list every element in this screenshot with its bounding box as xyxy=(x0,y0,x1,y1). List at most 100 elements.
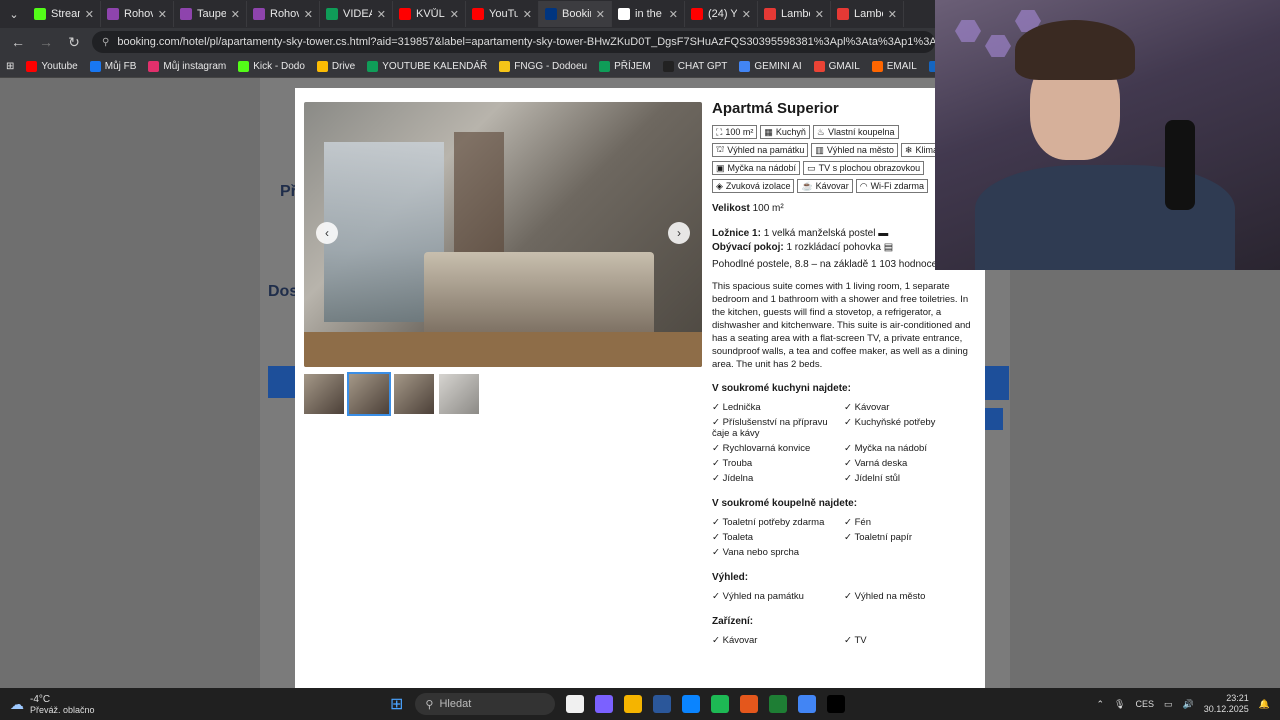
taskbar-app-icon[interactable] xyxy=(682,695,701,713)
bookmark-label: Drive xyxy=(331,61,356,72)
bookmark[interactable]: Youtube xyxy=(26,61,78,72)
tabs-container: Stream✕Rohove✕Taupe✕Rohove✕VIDEA✕KVŮLI✕Y… xyxy=(28,1,904,27)
close-icon[interactable]: ✕ xyxy=(523,8,532,21)
bookmark[interactable]: Můj FB xyxy=(89,61,136,72)
language-indicator[interactable]: CES xyxy=(1135,699,1154,709)
taskbar-search[interactable]: ⚲ Hledat xyxy=(415,693,556,715)
thumbnail[interactable] xyxy=(439,374,479,414)
tab-favicon-icon xyxy=(837,8,849,20)
url-text: booking.com/hotel/pl/apartamenty-sky-tow… xyxy=(117,36,935,48)
amenity-item: Jídelna xyxy=(712,473,842,484)
close-icon[interactable]: ✕ xyxy=(450,8,459,21)
taskbar-app-icon[interactable] xyxy=(595,695,614,713)
taskbar-app-icon[interactable] xyxy=(740,695,759,713)
sofa-bed-icon: ▤ xyxy=(883,242,894,253)
volume-icon[interactable]: 🔊 xyxy=(1183,699,1194,710)
bookmark[interactable]: EMAIL xyxy=(871,61,917,72)
url-field[interactable]: ⚲ booking.com/hotel/pl/apartamenty-sky-t… xyxy=(92,31,935,53)
close-icon[interactable]: ✕ xyxy=(158,8,167,21)
bookmark[interactable]: GMAIL xyxy=(813,61,860,72)
taskbar-app-icon[interactable] xyxy=(566,695,585,713)
chevron-up-icon[interactable]: ⌃ xyxy=(1097,699,1105,710)
close-icon[interactable]: ✕ xyxy=(231,8,240,21)
search-placeholder: Hledat xyxy=(439,698,472,710)
thumbnail[interactable] xyxy=(304,374,344,414)
tab-favicon-icon xyxy=(618,8,630,20)
bath-icon: ♨ xyxy=(816,126,825,137)
tab[interactable]: (24) Yo ✕ xyxy=(685,1,758,27)
room-description: This spacious suite comes with 1 living … xyxy=(712,281,971,370)
taskbar-apps xyxy=(555,695,846,713)
bookmark-icon xyxy=(662,61,674,72)
weather-desc: Převáž. oblačno xyxy=(30,704,95,715)
bookmark-label: GEMINI AI xyxy=(754,61,802,72)
prev-photo-icon[interactable]: ‹ xyxy=(316,222,338,244)
close-icon[interactable]: ✕ xyxy=(815,8,824,21)
tab-search-icon[interactable]: ⌄ xyxy=(0,8,28,21)
mic-icon[interactable]: 🎙 xyxy=(1114,699,1125,710)
bookmark[interactable]: GEMINI AI xyxy=(739,61,802,72)
bookmark[interactable]: CHAT GPT xyxy=(662,61,727,72)
taskbar-app-icon[interactable] xyxy=(624,695,643,713)
chip-label: Kuchyň xyxy=(775,127,806,137)
bookmark[interactable]: PŘÍJEM xyxy=(599,61,651,72)
bookmark[interactable]: Kick - Dodo xyxy=(238,61,305,72)
reload-icon[interactable]: ↻ xyxy=(64,34,84,51)
tab-favicon-icon xyxy=(545,8,557,20)
clock[interactable]: 23:21 30.12.2025 xyxy=(1204,693,1249,715)
network-icon[interactable]: ▭ xyxy=(1164,699,1173,710)
thumbnail[interactable] xyxy=(394,374,434,414)
tab[interactable]: Rohove ✕ xyxy=(247,1,320,27)
close-icon[interactable]: ✕ xyxy=(742,8,751,21)
tab[interactable]: in the ✕ xyxy=(612,1,685,27)
bookmark-icon xyxy=(316,61,328,72)
taskbar-app-icon[interactable] xyxy=(769,695,788,713)
taskbar-app-icon[interactable] xyxy=(798,695,817,713)
bookmark-icon xyxy=(238,61,250,72)
bookmark-label: EMAIL xyxy=(886,61,917,72)
tab[interactable]: KVŮLI ✕ xyxy=(393,1,466,27)
amenity-item: Trouba xyxy=(712,458,842,469)
close-icon[interactable]: ✕ xyxy=(669,8,678,21)
close-icon[interactable]: ✕ xyxy=(888,8,897,21)
tab[interactable]: Rohove ✕ xyxy=(101,1,174,27)
taskbar-app-icon[interactable] xyxy=(827,695,846,713)
tab[interactable]: VIDEA ✕ xyxy=(320,1,393,27)
site-info-icon[interactable]: ⚲ xyxy=(102,37,109,48)
tab-favicon-icon xyxy=(399,8,411,20)
taskbar-app-icon[interactable] xyxy=(653,695,672,713)
back-icon[interactable]: ← xyxy=(8,34,28,50)
bookmark[interactable]: Můj instagram xyxy=(148,61,226,72)
tab-favicon-icon xyxy=(34,8,46,20)
windows-start-icon[interactable]: ⊞ xyxy=(390,694,403,714)
tab[interactable]: Taupe ✕ xyxy=(174,1,247,27)
bookmark-label: YOUTUBE KALENDÁŘ xyxy=(382,61,488,72)
weather-widget[interactable]: ☁ -4°C Převáž. oblačno xyxy=(10,694,390,715)
search-icon: ⚲ xyxy=(425,698,434,711)
next-photo-icon[interactable]: › xyxy=(668,222,690,244)
bookmark-icon xyxy=(813,61,825,72)
bookmark-icon xyxy=(148,61,160,72)
chip-label: Kávovar xyxy=(815,181,849,191)
close-icon[interactable]: ✕ xyxy=(377,8,386,21)
facility-chip: ▣ Myčka na nádobí xyxy=(712,161,801,175)
bookmark[interactable]: YOUTUBE KALENDÁŘ xyxy=(367,61,487,72)
taskbar-app-icon[interactable] xyxy=(711,695,730,713)
tab[interactable]: Lambo ✕ xyxy=(831,1,904,27)
bg-heading-2: Dos xyxy=(268,283,299,300)
notification-icon[interactable]: 🔔 xyxy=(1259,699,1270,710)
bookmark[interactable]: Drive xyxy=(316,61,356,72)
forward-icon[interactable]: → xyxy=(36,34,56,50)
tab[interactable]: YouTub ✕ xyxy=(466,1,539,27)
close-icon[interactable]: ✕ xyxy=(304,8,313,21)
bookmark[interactable]: FNGG - Dodoeu xyxy=(499,61,587,72)
tab[interactable]: Lambo ✕ xyxy=(758,1,831,27)
amenity-item: Lednička xyxy=(712,402,842,413)
tab[interactable]: Stream ✕ xyxy=(28,1,101,27)
close-icon[interactable]: ✕ xyxy=(596,8,605,21)
apps-icon[interactable]: ⊞ xyxy=(6,61,14,72)
tab[interactable]: Bookin ✕ xyxy=(539,1,612,27)
living-label: Obývací pokoj: xyxy=(712,242,784,253)
thumbnail-selected[interactable] xyxy=(347,372,391,416)
close-icon[interactable]: ✕ xyxy=(85,8,94,21)
